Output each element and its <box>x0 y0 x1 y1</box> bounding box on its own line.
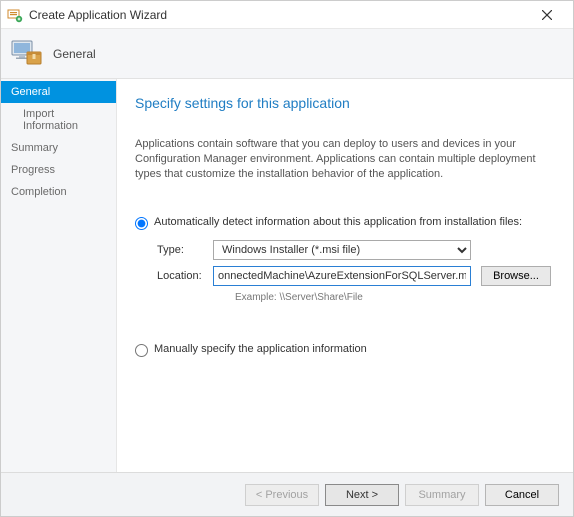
next-button[interactable]: Next > <box>325 484 399 506</box>
location-example: Example: \\Server\Share\File <box>235 292 555 303</box>
previous-button: < Previous <box>245 484 319 506</box>
browse-button[interactable]: Browse... <box>481 266 551 286</box>
banner-title: General <box>53 47 96 61</box>
computer-box-icon <box>9 36 45 72</box>
window-title: Create Application Wizard <box>29 8 527 22</box>
radio-auto-detect[interactable] <box>135 217 148 230</box>
footer: < Previous Next > Summary Cancel <box>1 472 573 516</box>
location-input[interactable] <box>213 266 471 286</box>
radio-manual[interactable] <box>135 344 148 357</box>
type-select[interactable]: Windows Installer (*.msi file) <box>213 240 471 260</box>
summary-button: Summary <box>405 484 479 506</box>
page-heading: Specify settings for this application <box>135 95 555 111</box>
type-label: Type: <box>157 244 213 256</box>
banner: General <box>1 29 573 79</box>
sidebar-step-completion[interactable]: Completion <box>1 181 116 203</box>
close-button[interactable] <box>527 2 567 28</box>
radio-manual-label: Manually specify the application informa… <box>154 343 367 355</box>
radio-auto-label: Automatically detect information about t… <box>154 216 522 228</box>
option-auto-row: Automatically detect information about t… <box>135 216 555 230</box>
auto-detect-form: Type: Windows Installer (*.msi file) Loc… <box>157 240 555 303</box>
sidebar-step-summary[interactable]: Summary <box>1 137 116 159</box>
location-row: Location: Browse... <box>157 266 555 286</box>
wizard-sidebar: General Import Information Summary Progr… <box>1 79 117 472</box>
cancel-button[interactable]: Cancel <box>485 484 559 506</box>
content: General Import Information Summary Progr… <box>1 79 573 472</box>
option-manual-row: Manually specify the application informa… <box>135 343 555 357</box>
sidebar-step-progress[interactable]: Progress <box>1 159 116 181</box>
sidebar-step-general[interactable]: General <box>1 81 116 103</box>
main-panel: Specify settings for this application Ap… <box>117 79 573 472</box>
page-description: Applications contain software that you c… <box>135 137 555 182</box>
sidebar-step-import-information[interactable]: Import Information <box>1 103 116 137</box>
title-bar: Create Application Wizard <box>1 1 573 29</box>
wizard-icon <box>7 7 23 23</box>
type-row: Type: Windows Installer (*.msi file) <box>157 240 555 260</box>
location-label: Location: <box>157 270 213 282</box>
